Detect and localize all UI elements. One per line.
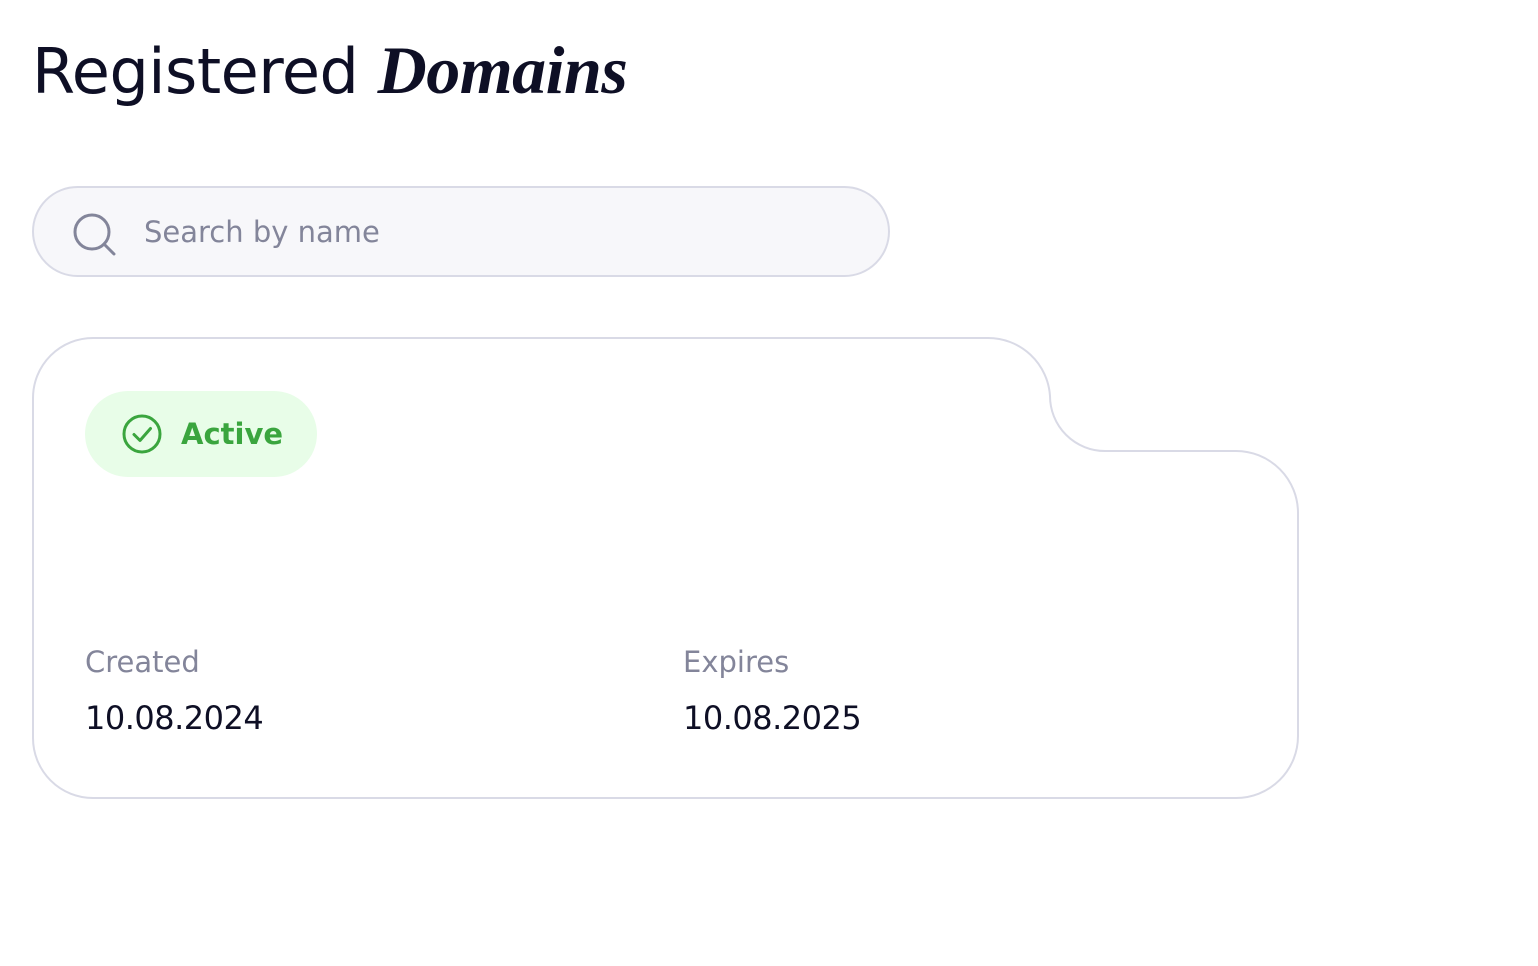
domain-card[interactable]: Active Created 10.08.2024 Expires 10.08.… [31,336,1301,800]
page-title-emphasis: Domains [377,32,628,108]
search-bar[interactable] [32,186,890,277]
status-badge: Active [85,391,318,477]
expires-label: Expires [683,645,790,679]
check-circle-icon [122,414,162,454]
search-input[interactable] [144,188,844,275]
created-field: Created 10.08.2024 [85,642,264,740]
page-title-regular: Registered [32,35,359,108]
created-label: Created [85,645,200,679]
page-title: Registered Domains [32,30,628,112]
created-date: 10.08.2024 [85,699,264,737]
search-icon [73,213,116,256]
expires-date: 10.08.2025 [683,699,862,737]
status-label: Active [181,417,284,451]
expires-field: Expires 10.08.2025 [683,642,862,740]
